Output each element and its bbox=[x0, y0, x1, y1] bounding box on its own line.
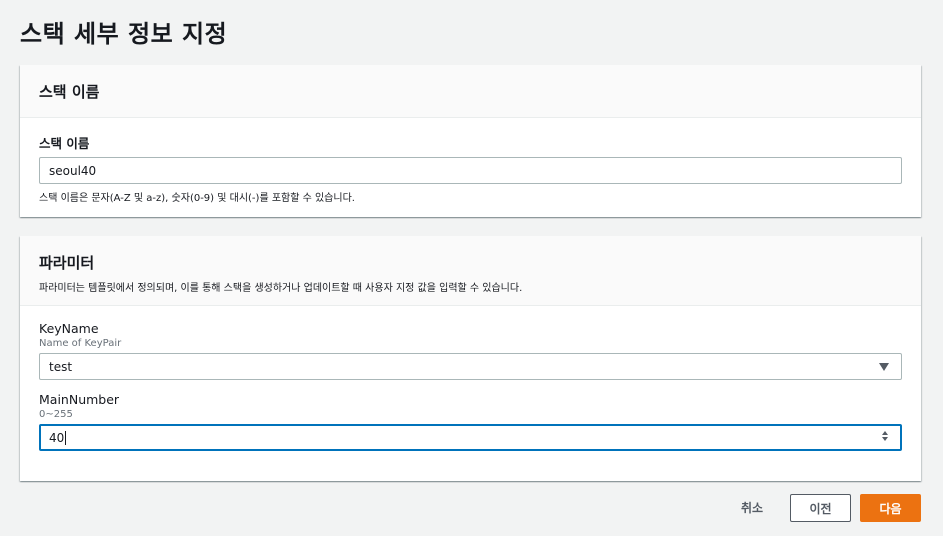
stack-name-panel-body: 스택 이름 seoul40 스택 이름은 문자(A-Z 및 a-z), 숫자(0… bbox=[20, 133, 921, 204]
keyname-select[interactable]: test bbox=[39, 353, 902, 380]
stack-name-panel-title: 스택 이름 bbox=[39, 82, 100, 101]
mainnumber-description: 0~255 bbox=[39, 409, 73, 420]
keyname-selected-value: test bbox=[49, 359, 73, 374]
caret-down-icon bbox=[879, 363, 889, 371]
keyname-description: Name of KeyPair bbox=[39, 338, 122, 349]
stack-name-panel: 스택 이름 스택 이름 seoul40 스택 이름은 문자(A-Z 및 a-z)… bbox=[20, 65, 921, 217]
parameters-panel: 파라미터 파라미터는 템플릿에서 정의되며, 이를 통해 스택을 생성하거나 업… bbox=[20, 236, 921, 481]
parameters-panel-header: 파라미터 파라미터는 템플릿에서 정의되며, 이를 통해 스택을 생성하거나 업… bbox=[20, 236, 921, 306]
cancel-button[interactable]: 취소 bbox=[727, 494, 777, 521]
previous-button[interactable]: 이전 bbox=[790, 494, 851, 522]
stack-name-label: 스택 이름 bbox=[39, 136, 90, 151]
spinner-icon[interactable] bbox=[882, 431, 888, 441]
mainnumber-value: 40 bbox=[49, 430, 65, 445]
text-cursor bbox=[65, 430, 67, 445]
keyname-label: KeyName bbox=[39, 321, 99, 336]
stack-name-hint: 스택 이름은 문자(A-Z 및 a-z), 숫자(0-9) 및 대시(-)를 포… bbox=[39, 193, 355, 204]
parameters-panel-body: KeyName Name of KeyPair test MainNumber … bbox=[20, 321, 921, 451]
spinner-down-icon[interactable] bbox=[882, 437, 888, 441]
spinner-up-icon[interactable] bbox=[882, 431, 888, 435]
next-button[interactable]: 다음 bbox=[860, 494, 921, 522]
parameters-panel-description: 파라미터는 템플릿에서 정의되며, 이를 통해 스택을 생성하거나 업데이트할 … bbox=[39, 283, 523, 294]
mainnumber-label: MainNumber bbox=[39, 392, 120, 407]
page-title: 스택 세부 정보 지정 bbox=[20, 20, 228, 48]
mainnumber-input[interactable]: 40 bbox=[39, 424, 902, 451]
stack-name-input[interactable]: seoul40 bbox=[39, 157, 902, 184]
parameters-panel-title: 파라미터 bbox=[39, 254, 95, 272]
stack-name-panel-header: 스택 이름 bbox=[20, 65, 921, 118]
